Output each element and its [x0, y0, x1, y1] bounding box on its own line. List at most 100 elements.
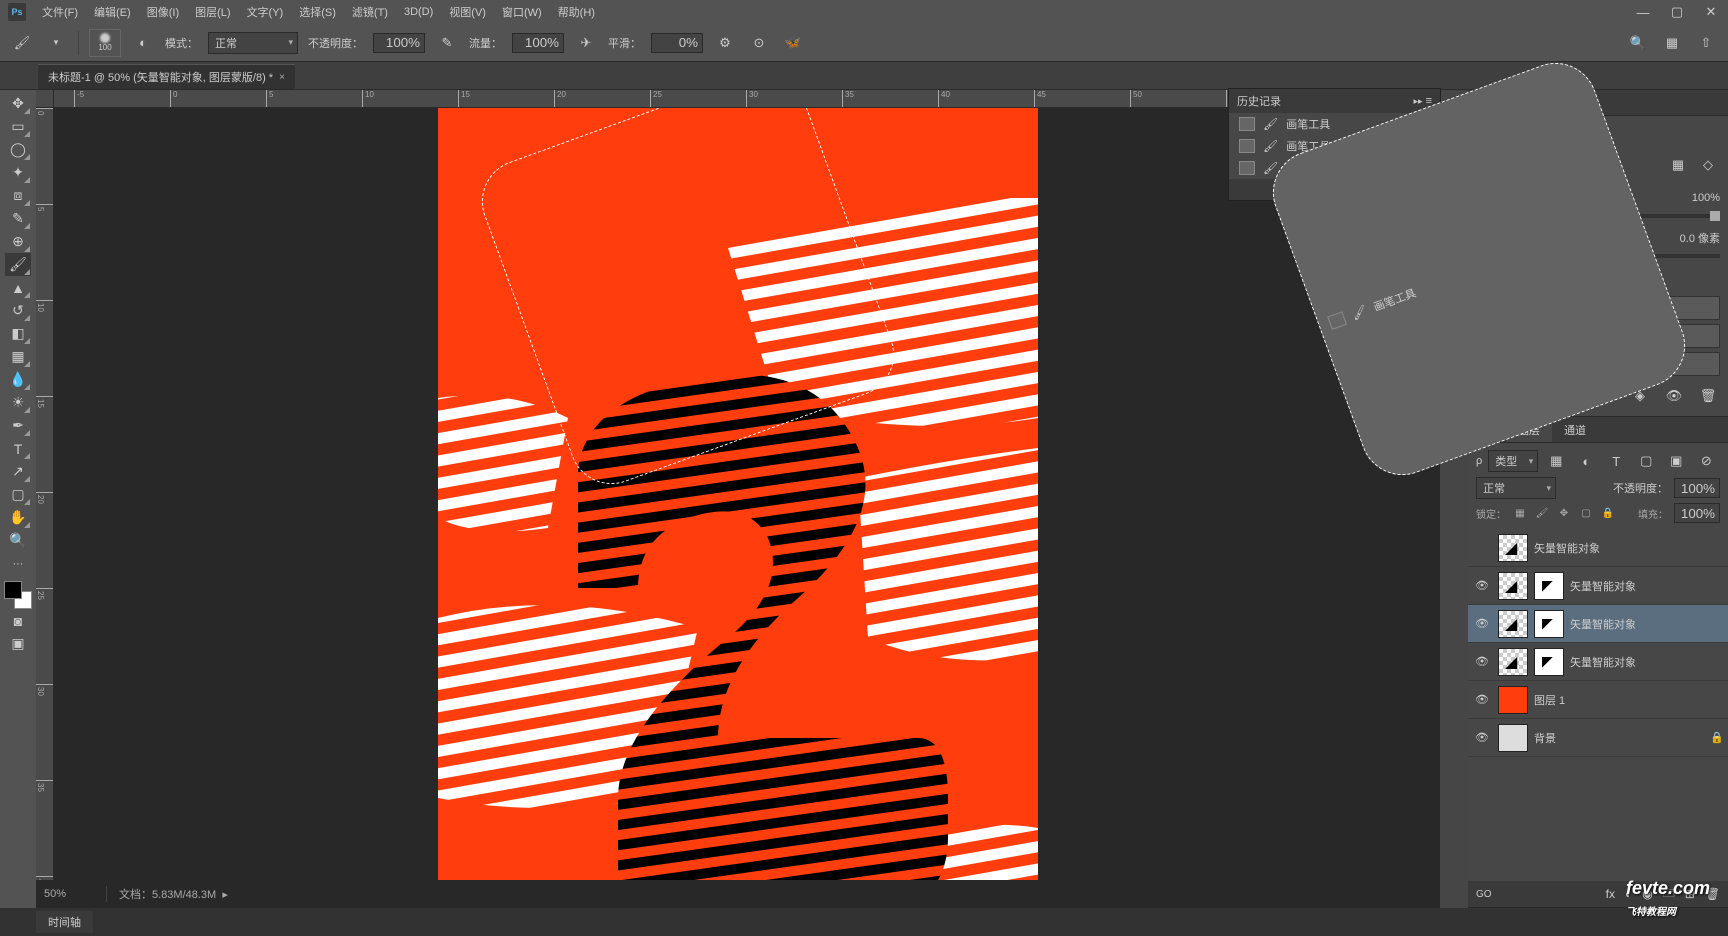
pixel-mask-icon[interactable]: ▦: [1666, 153, 1690, 177]
shape-tool[interactable]: ▢: [5, 483, 31, 506]
lock-pixels-icon[interactable]: 🖌: [1534, 505, 1550, 521]
ruler-corner[interactable]: [36, 90, 54, 108]
layer-thumbnail[interactable]: ◢: [1498, 648, 1528, 676]
stamp-tool[interactable]: ▲: [5, 276, 31, 299]
delete-mask-icon[interactable]: 🗑: [1696, 384, 1720, 408]
collapse-icon[interactable]: ▸▸: [1413, 96, 1422, 107]
menu-edit[interactable]: 编辑(E): [86, 0, 139, 24]
close-button[interactable]: ✕: [1696, 2, 1726, 22]
butterfly-icon[interactable]: 🦋: [781, 31, 805, 55]
mask-thumbnail[interactable]: ◤: [1534, 648, 1564, 676]
visibility-toggle[interactable]: 👁: [1472, 693, 1492, 706]
timeline-tab[interactable]: 时间轴: [36, 911, 93, 933]
menu-3d[interactable]: 3D(D): [396, 0, 441, 24]
lock-transparent-icon[interactable]: ▦: [1512, 505, 1528, 521]
menu-window[interactable]: 窗口(W): [494, 0, 550, 24]
crop-tool[interactable]: ⧈: [5, 184, 31, 207]
smooth-input[interactable]: [651, 33, 703, 53]
layer-row[interactable]: 👁背景🔒: [1468, 719, 1728, 757]
foreground-color[interactable]: [4, 581, 22, 599]
brush-tool-icon[interactable]: 🖌: [10, 31, 34, 55]
lasso-tool[interactable]: ◯: [5, 138, 31, 161]
eraser-tool[interactable]: ◧: [5, 322, 31, 345]
zoom-tool[interactable]: 🔍: [5, 529, 31, 552]
filter-type-icon[interactable]: T: [1604, 449, 1628, 473]
lock-artboard-icon[interactable]: ▢: [1578, 505, 1594, 521]
minimize-button[interactable]: —: [1628, 2, 1658, 22]
layer-name[interactable]: 矢量智能对象: [1570, 654, 1724, 670]
fx-icon[interactable]: fx: [1606, 887, 1615, 901]
menu-select[interactable]: 选择(S): [291, 0, 344, 24]
layer-blend-dropdown[interactable]: 正常: [1476, 477, 1556, 499]
edit-toolbar[interactable]: ···: [5, 552, 31, 575]
mask-thumbnail[interactable]: ◤: [1534, 610, 1564, 638]
lock-position-icon[interactable]: ✥: [1556, 505, 1572, 521]
visibility-toggle[interactable]: 👁: [1472, 731, 1492, 744]
workspace-icon[interactable]: ▦: [1660, 31, 1684, 55]
flow-input[interactable]: [512, 33, 564, 53]
gear-icon[interactable]: ⚙: [713, 31, 737, 55]
brush-tool[interactable]: 🖌: [5, 253, 31, 276]
path-tool[interactable]: ↗: [5, 460, 31, 483]
layer-row[interactable]: 👁 ◢◤ 矢量智能对象: [1468, 643, 1728, 681]
close-tab-icon[interactable]: ×: [279, 72, 285, 83]
layer-row[interactable]: 👁◢◤矢量智能对象: [1468, 605, 1728, 643]
feather-value[interactable]: 0.0 像素: [1680, 230, 1720, 246]
history-brush-tool[interactable]: ↺: [5, 299, 31, 322]
filter-toggle[interactable]: ⊘: [1694, 449, 1718, 473]
move-tool[interactable]: ✥: [5, 92, 31, 115]
pen-tool[interactable]: ✒: [5, 414, 31, 437]
ruler-horizontal[interactable]: -50510152025303540455055: [54, 90, 1422, 108]
layer-name[interactable]: 矢量智能对象: [1570, 578, 1724, 594]
layer-fill-input[interactable]: [1674, 503, 1720, 523]
doc-info[interactable]: 文档：5.83M/48.3M ▸: [106, 886, 240, 902]
zoom-field[interactable]: 50%: [36, 888, 106, 900]
search-icon[interactable]: 🔍: [1626, 31, 1650, 55]
layer-row[interactable]: 👁 图层 1: [1468, 681, 1728, 719]
document-tab[interactable]: 未标题-1 @ 50% (矢量智能对象, 图层蒙版/8) *×: [38, 64, 295, 89]
chevron-down-icon[interactable]: ▾: [44, 31, 68, 55]
filter-smart-icon[interactable]: ▣: [1664, 449, 1688, 473]
layer-row[interactable]: ◢矢量智能对象: [1468, 529, 1728, 567]
link-layers-icon[interactable]: GO: [1476, 889, 1492, 900]
layer-thumbnail[interactable]: [1498, 724, 1528, 752]
ruler-vertical[interactable]: 051015202530354045: [36, 108, 54, 890]
menu-image[interactable]: 图像(I): [139, 0, 187, 24]
visibility-toggle[interactable]: 👁: [1472, 579, 1492, 592]
layer-name[interactable]: 矢量智能对象: [1534, 540, 1724, 556]
mask-thumbnail[interactable]: ◤: [1534, 572, 1564, 600]
color-swatches[interactable]: [4, 581, 32, 609]
layer-thumbnail[interactable]: ◢: [1498, 572, 1528, 600]
menu-filter[interactable]: 滤镜(T): [344, 0, 396, 24]
brush-preset-picker[interactable]: 100: [89, 29, 121, 57]
menu-view[interactable]: 视图(V): [441, 0, 494, 24]
filter-shape-icon[interactable]: ▢: [1634, 449, 1658, 473]
channels-tab[interactable]: 通道: [1552, 418, 1598, 442]
opacity-pressure-icon[interactable]: ✎: [435, 31, 459, 55]
layer-row[interactable]: 👁 ◢◤ 矢量智能对象: [1468, 567, 1728, 605]
disable-mask-icon[interactable]: 👁: [1662, 384, 1686, 408]
visibility-toggle[interactable]: 👁: [1472, 655, 1492, 668]
dodge-tool[interactable]: ☀: [5, 391, 31, 414]
symmetry-icon[interactable]: ⊙: [747, 31, 771, 55]
hand-tool[interactable]: ✋: [5, 506, 31, 529]
brush-panel-icon[interactable]: ◐: [131, 31, 155, 55]
eyedropper-tool[interactable]: ✎: [5, 207, 31, 230]
type-tool[interactable]: T: [5, 437, 31, 460]
filter-pixel-icon[interactable]: ▦: [1544, 449, 1568, 473]
quickmask-toggle[interactable]: ◙: [5, 609, 31, 632]
canvas[interactable]: [54, 108, 1422, 890]
airbrush-icon[interactable]: ✈: [574, 31, 598, 55]
layer-name[interactable]: 背景: [1534, 730, 1704, 746]
menu-layer[interactable]: 图层(L): [187, 0, 238, 24]
gradient-tool[interactable]: ▦: [5, 345, 31, 368]
layer-thumbnail[interactable]: ◢: [1498, 610, 1528, 638]
density-value[interactable]: 100%: [1692, 192, 1720, 204]
wand-tool[interactable]: ✦: [5, 161, 31, 184]
menu-type[interactable]: 文字(Y): [239, 0, 292, 24]
heal-tool[interactable]: ⊕: [5, 230, 31, 253]
layer-thumbnail[interactable]: [1498, 686, 1528, 714]
layer-name[interactable]: 图层 1: [1534, 692, 1724, 708]
lock-all-icon[interactable]: 🔒: [1600, 505, 1616, 521]
blend-mode-dropdown[interactable]: 正常: [208, 32, 298, 54]
